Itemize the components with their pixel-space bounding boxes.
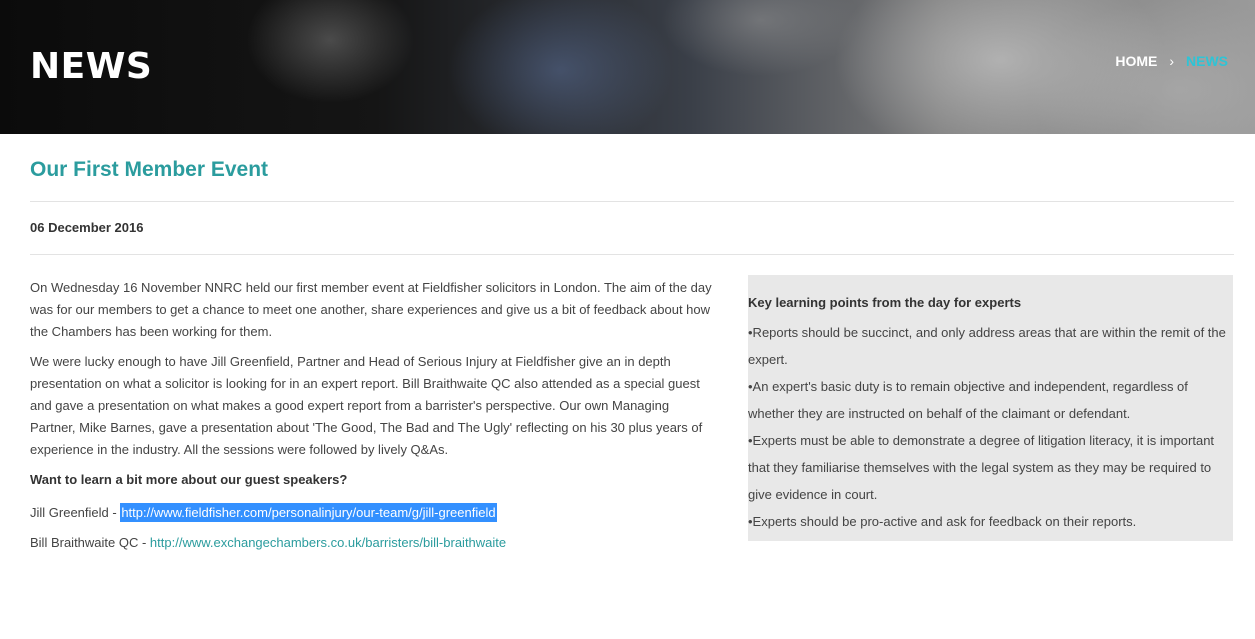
speaker-line-bill: Bill Braithwaite QC - http://www.exchang… bbox=[30, 532, 715, 554]
learning-point: •Experts should be pro-active and ask fo… bbox=[748, 514, 1137, 529]
learning-point: •Experts must be able to demonstrate a d… bbox=[748, 433, 1215, 502]
learning-point: •An expert's basic duty is to remain obj… bbox=[748, 379, 1188, 421]
breadcrumb: HOME › NEWS bbox=[1115, 53, 1228, 69]
page-title: NEWS bbox=[30, 46, 153, 87]
breadcrumb-home-link[interactable]: HOME bbox=[1115, 53, 1157, 69]
divider bbox=[30, 201, 1234, 202]
article-title: Our First Member Event bbox=[30, 158, 269, 181]
speaker-name: Jill Greenfield - bbox=[30, 505, 121, 520]
divider bbox=[30, 254, 1234, 255]
speaker-link-jill-greenfield[interactable]: http://www.fieldfisher.com/personalinjur… bbox=[120, 503, 497, 522]
key-learning-points-title: Key learning points from the day for exp… bbox=[748, 295, 1022, 310]
article-paragraph: On Wednesday 16 November NNRC held our f… bbox=[30, 280, 712, 339]
learning-point: •Reports should be succinct, and only ad… bbox=[748, 325, 1226, 367]
page-hero-banner: NEWS HOME › NEWS bbox=[0, 0, 1255, 134]
breadcrumb-current: NEWS bbox=[1186, 53, 1228, 69]
key-learning-points-box: Key learning points from the day for exp… bbox=[748, 275, 1233, 541]
breadcrumb-chevron-icon: › bbox=[1169, 53, 1174, 69]
speaker-name: Bill Braithwaite QC - bbox=[30, 535, 150, 550]
speakers-subheading: Want to learn a bit more about our guest… bbox=[30, 472, 348, 487]
article-body: On Wednesday 16 November NNRC held our f… bbox=[30, 277, 715, 562]
speaker-link-bill-braithwaite[interactable]: http://www.exchangechambers.co.uk/barris… bbox=[150, 535, 506, 550]
article-date: 06 December 2016 bbox=[30, 220, 144, 235]
speaker-line-jill: Jill Greenfield - http://www.fieldfisher… bbox=[30, 502, 715, 524]
article-paragraph: We were lucky enough to have Jill Greenf… bbox=[30, 354, 703, 457]
